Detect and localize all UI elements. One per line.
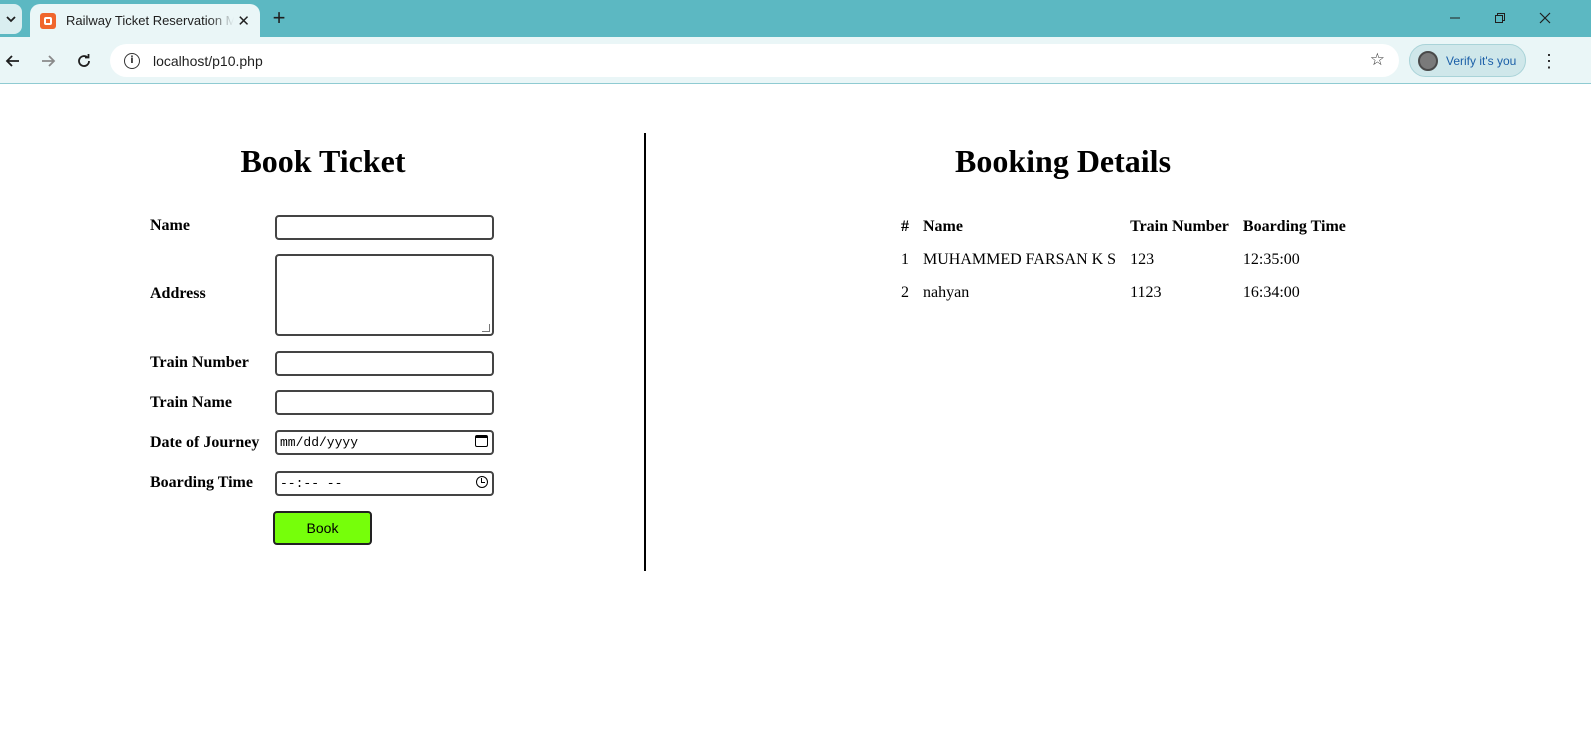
table-cell: 1 xyxy=(901,250,909,268)
table-row: 2 nahyan 1123 16:34:00 xyxy=(894,276,1353,309)
time-label: Boarding Time xyxy=(150,474,253,491)
table-cell: MUHAMMED FARSAN K S xyxy=(923,250,1117,268)
booking-table: # Name Train Number Boarding Time 1 MUHA… xyxy=(894,211,1353,309)
forward-arrow-icon[interactable] xyxy=(35,48,61,74)
table-header-row: # Name Train Number Boarding Time xyxy=(894,211,1353,243)
column-header: Name xyxy=(923,218,963,235)
column-header: Train Number xyxy=(1130,218,1229,235)
table-cell: 1123 xyxy=(1130,283,1162,301)
address-bar[interactable]: i localhost/p10.php ☆ xyxy=(110,44,1399,77)
chevron-down-icon xyxy=(6,16,16,23)
table-cell: 12:35:00 xyxy=(1242,250,1300,268)
tab-title: Railway Ticket Reservation Management xyxy=(66,13,234,28)
book-ticket-heading: Book Ticket xyxy=(240,143,406,179)
tab-search-button[interactable] xyxy=(0,4,22,34)
more-menu-icon[interactable]: ⋮ xyxy=(1539,48,1559,74)
minimize-icon[interactable] xyxy=(1440,5,1470,31)
train-name-input[interactable] xyxy=(275,390,494,415)
date-input[interactable]: mm/dd/yyyy xyxy=(275,430,494,455)
clock-icon[interactable] xyxy=(476,476,488,488)
tab-strip: Railway Ticket Reservation Management ✕ … xyxy=(0,0,1591,37)
train-number-input[interactable] xyxy=(275,351,494,376)
table-cell: 2 xyxy=(901,283,909,301)
favicon-icon xyxy=(40,12,56,29)
train-number-label: Train Number xyxy=(150,354,249,371)
close-icon[interactable]: ✕ xyxy=(237,12,250,30)
column-header: Boarding Time xyxy=(1242,218,1346,235)
bookmark-star-icon[interactable]: ☆ xyxy=(1370,50,1385,70)
time-placeholder: --:-- -- xyxy=(280,476,343,491)
address-label: Address xyxy=(150,285,206,302)
back-arrow-icon[interactable] xyxy=(0,48,26,74)
column-header: # xyxy=(901,218,909,235)
verify-label: Verify it's you xyxy=(1446,53,1517,68)
book-button[interactable]: Book xyxy=(273,511,372,545)
tab-active[interactable]: Railway Ticket Reservation Management ✕ xyxy=(30,4,260,37)
browser-toolbar: i localhost/p10.php ☆ Verify it's you ⋮ xyxy=(0,37,1591,84)
date-label: Date of Journey xyxy=(150,434,260,451)
profile-avatar-icon xyxy=(1418,50,1438,71)
booking-details-panel: Booking Details # Name Train Number Boar… xyxy=(648,133,1478,571)
booking-details-heading: Booking Details xyxy=(954,143,1172,179)
table-row: 1 MUHAMMED FARSAN K S 123 12:35:00 xyxy=(894,243,1353,276)
book-ticket-panel: Book Ticket Name Address Train Number Tr… xyxy=(0,133,646,571)
train-name-label: Train Name xyxy=(150,394,232,411)
resize-handle-icon[interactable] xyxy=(482,324,490,332)
site-info-icon[interactable]: i xyxy=(124,52,140,69)
restore-icon[interactable] xyxy=(1485,5,1515,31)
window-close-icon[interactable] xyxy=(1530,5,1560,31)
table-cell: 16:34:00 xyxy=(1242,283,1300,301)
calendar-icon[interactable] xyxy=(475,435,488,447)
table-cell: 123 xyxy=(1130,250,1155,268)
url-text: localhost/p10.php xyxy=(153,52,263,69)
time-input[interactable]: --:-- -- xyxy=(275,471,494,496)
new-tab-button[interactable]: + xyxy=(268,5,290,30)
reload-icon[interactable] xyxy=(71,48,97,74)
verify-profile-button[interactable]: Verify it's you xyxy=(1409,44,1526,77)
table-cell: nahyan xyxy=(923,283,970,301)
address-textarea[interactable] xyxy=(275,254,494,336)
page-content: Book Ticket Name Address Train Number Tr… xyxy=(0,84,1591,755)
name-label: Name xyxy=(150,217,190,234)
name-input[interactable] xyxy=(275,215,494,240)
date-placeholder: mm/dd/yyyy xyxy=(280,435,359,450)
